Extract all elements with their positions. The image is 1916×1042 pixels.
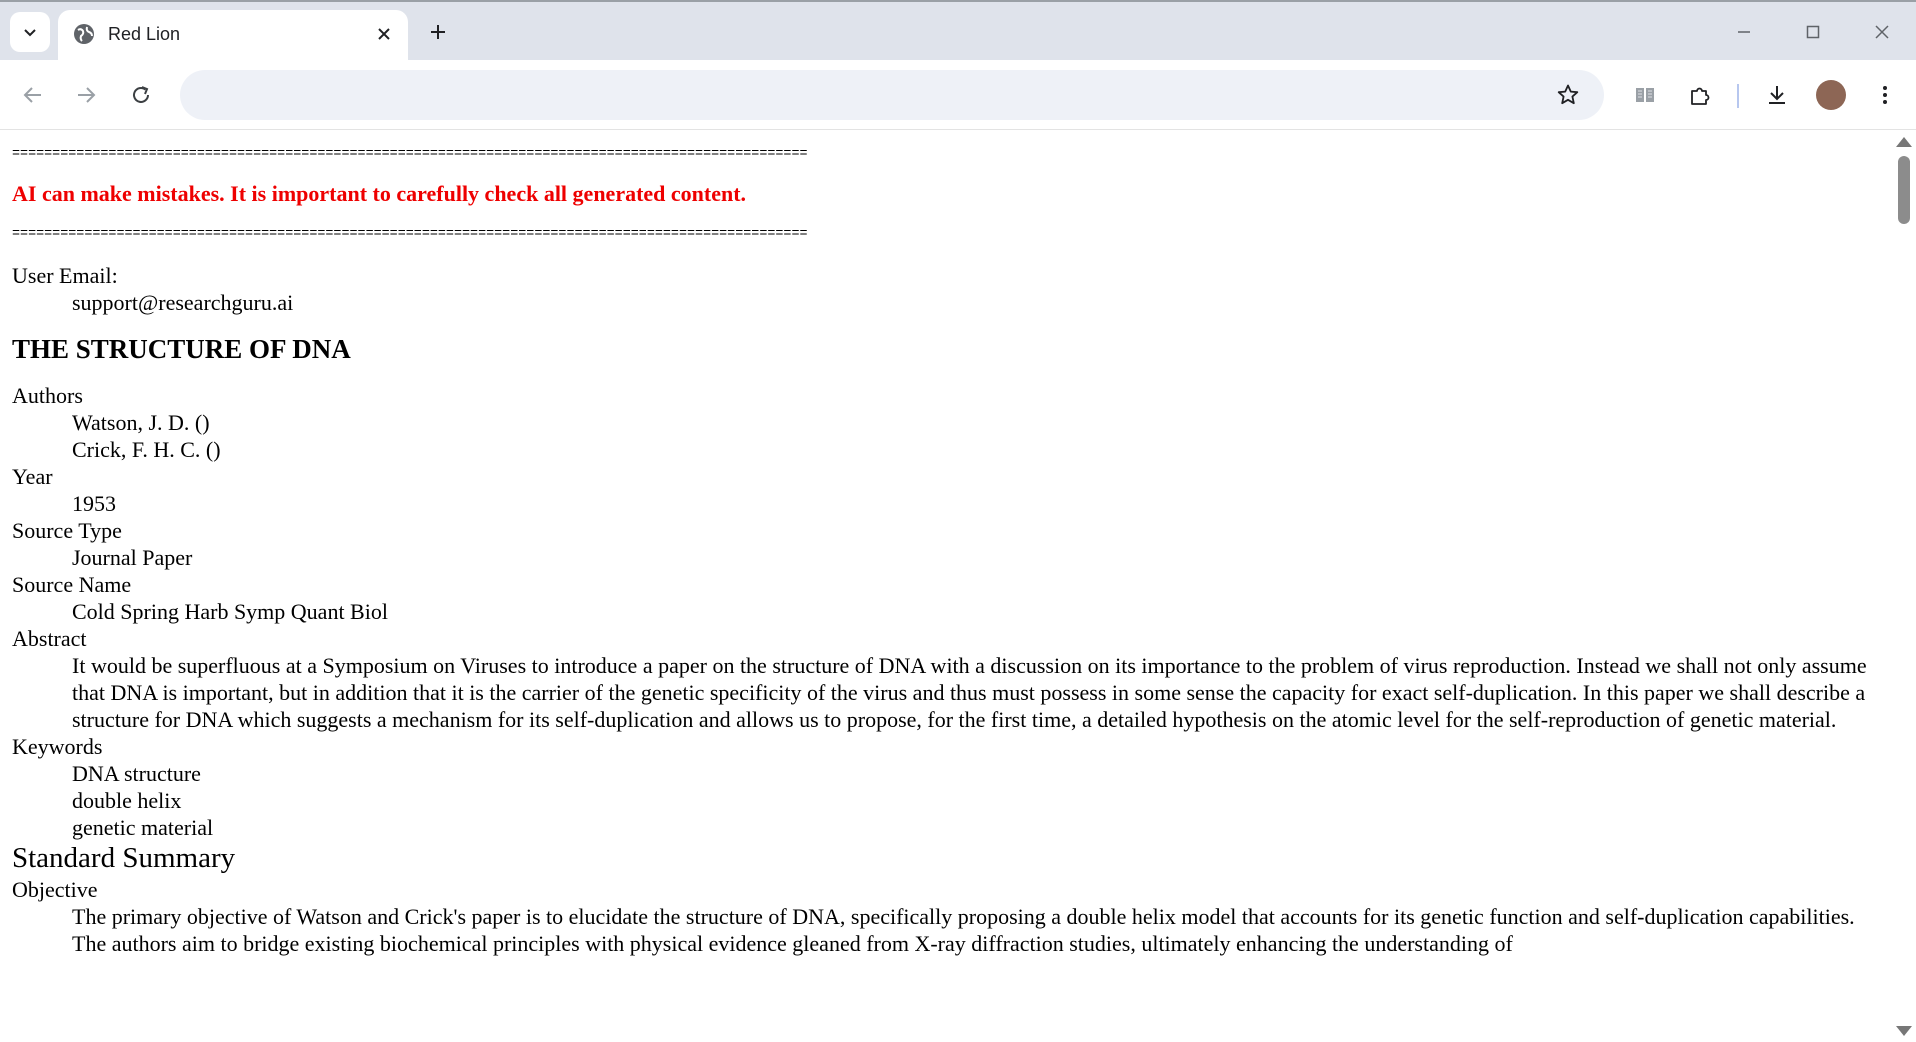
arrow-right-icon [78, 87, 96, 103]
new-tab-button[interactable] [422, 16, 454, 48]
year-value: 1953 [72, 491, 116, 516]
tab-strip: Red Lion [0, 0, 1916, 62]
maximize-button[interactable] [1791, 14, 1835, 50]
abstract-label: Abstract [12, 626, 87, 651]
minimize-icon [1738, 31, 1750, 33]
page-viewport: ========================================… [0, 131, 1892, 1042]
summary-heading: Standard Summary [12, 842, 236, 874]
source-type-value: Journal Paper [72, 545, 193, 570]
abstract-text: It would be superfluous at a Symposium o… [72, 653, 1867, 732]
close-icon [1875, 25, 1889, 39]
objective-text: The primary objective of Watson and Cric… [72, 904, 1855, 956]
user-email-label: User Email: [12, 263, 118, 288]
paper-title: THE STRUCTURE OF DNA [12, 334, 351, 364]
tab-search-button[interactable] [10, 12, 50, 52]
toolbar-separator [1737, 84, 1739, 108]
scroll-up-arrow-icon[interactable] [1896, 137, 1912, 147]
download-icon [1769, 86, 1785, 104]
minimize-button[interactable] [1722, 14, 1766, 50]
plus-icon [431, 25, 445, 39]
page-scrollbar[interactable] [1892, 131, 1916, 1042]
back-button[interactable] [14, 76, 52, 114]
reading-mode-button[interactable] [1626, 76, 1664, 114]
browser-toolbar [0, 60, 1916, 130]
author-item: Crick, F. H. C. () [72, 437, 221, 462]
reading-mode-icon [1636, 88, 1654, 102]
close-icon [378, 28, 390, 40]
profile-avatar[interactable] [1816, 80, 1846, 110]
address-input[interactable] [204, 80, 1504, 110]
scrollbar-thumb[interactable] [1898, 156, 1910, 224]
puzzle-icon [1691, 87, 1710, 105]
keyword-item: DNA structure [72, 761, 201, 786]
maximize-icon [1806, 25, 1820, 39]
source-type-label: Source Type [12, 518, 122, 543]
downloads-button[interactable] [1758, 76, 1796, 114]
menu-button[interactable] [1866, 76, 1904, 114]
authors-label: Authors [12, 383, 83, 408]
keyword-item: double helix [72, 788, 182, 813]
arrow-left-icon [23, 87, 41, 103]
scroll-down-arrow-icon[interactable] [1896, 1026, 1912, 1036]
star-icon [1557, 84, 1579, 105]
year-label: Year [12, 464, 53, 489]
keywords-label: Keywords [12, 734, 103, 759]
reload-icon [133, 86, 149, 103]
close-window-button[interactable] [1860, 14, 1904, 50]
author-item: Watson, J. D. () [72, 410, 210, 435]
source-name-value: Cold Spring Harb Symp Quant Biol [72, 599, 388, 624]
keyword-item: genetic material [72, 815, 214, 840]
user-email-value: support@researchguru.ai [72, 290, 294, 315]
chevron-down-icon [24, 29, 36, 37]
address-bar[interactable] [180, 70, 1604, 120]
active-tab[interactable]: Red Lion [58, 10, 408, 62]
source-name-label: Source Name [12, 572, 132, 597]
reload-button[interactable] [122, 76, 160, 114]
document-body: ========================================… [12, 141, 1882, 957]
objective-label: Objective [12, 877, 98, 902]
tab-title: Red Lion [108, 24, 181, 44]
divider-rule: ========================================… [12, 147, 808, 162]
more-vert-icon [1883, 86, 1887, 104]
forward-button[interactable] [67, 76, 105, 114]
globe-icon [74, 24, 94, 44]
extensions-button[interactable] [1681, 76, 1719, 114]
divider-rule: ========================================… [12, 227, 808, 242]
bookmark-button[interactable] [1554, 81, 1582, 109]
tab-close-button[interactable] [370, 20, 398, 48]
ai-warning: AI can make mistakes. It is important to… [12, 181, 747, 206]
